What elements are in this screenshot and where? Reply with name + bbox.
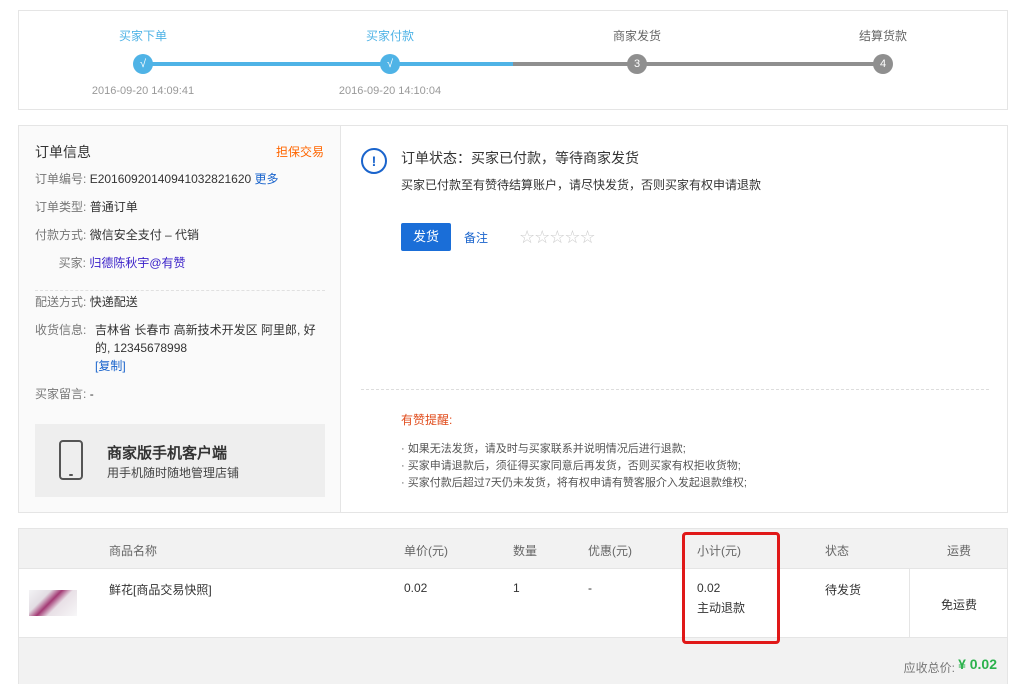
- progress-line-done: [141, 62, 513, 66]
- delivery-label: 配送方式:: [35, 295, 87, 309]
- tips-title: 有赞提醒:: [401, 413, 453, 427]
- step-number-4: 4: [873, 54, 893, 74]
- discount: -: [588, 581, 592, 595]
- shipping-fee: 免运费: [940, 598, 977, 612]
- divider: [361, 389, 989, 390]
- order-item-status: 待发货: [825, 583, 862, 597]
- quantity: 1: [513, 581, 520, 595]
- goods-table-header: 商品名称 单价(元) 数量 优惠(元) 小计(元) 状态 运费: [19, 529, 1007, 569]
- mobile-app-promo[interactable]: 商家版手机客户端 用手机随时随地管理店铺: [35, 424, 325, 497]
- col-header-price: 单价(元): [404, 544, 448, 558]
- buyer-link[interactable]: 归德陈秋宇@有赞: [89, 256, 185, 270]
- delivery-row: 配送方式: 快递配送: [35, 293, 325, 311]
- step-time-paid: 2016-09-20 14:10:04: [338, 85, 442, 97]
- buyer-row: 买家: 归德陈秋宇@有赞: [35, 254, 325, 272]
- more-link[interactable]: 更多: [255, 172, 279, 186]
- order-number: E20160920140941032821620: [89, 172, 252, 186]
- shipping-cell: 免运费: [909, 569, 1007, 637]
- mobile-app-title: 商家版手机客户端: [107, 445, 228, 462]
- star-rating-icon[interactable]: ☆☆☆☆☆: [519, 227, 596, 248]
- total-label: 应收总价:: [903, 661, 955, 675]
- table-row: 鲜花[商品交易快照] 0.02 1 - 0.02 主动退款 待发货: [19, 569, 1007, 637]
- buyer-message: -: [89, 387, 94, 401]
- info-alert-icon: !: [361, 148, 387, 174]
- product-thumbnail[interactable]: [29, 590, 77, 616]
- order-detail-panel: 订单信息 担保交易 订单编号: E20160920140941032821620…: [18, 125, 1008, 513]
- order-status-description: 买家已付款至有赞待结算账户，请尽快发货，否则买家有权申请退款: [401, 178, 762, 192]
- step-time-order: 2016-09-20 14:09:41: [91, 85, 195, 97]
- col-header-name: 商品名称: [109, 544, 158, 558]
- payment-row: 付款方式: 微信安全支付 – 代销: [35, 226, 325, 244]
- tip-item: · 如果无法发货，请及时与买家联系并说明情况后进行退款;: [401, 443, 686, 455]
- step-label-ship: 商家发货: [612, 29, 662, 43]
- goods-table-footer: 应收总价: ¥ 0.02: [19, 637, 1007, 684]
- order-type-row: 订单类型: 普通订单: [35, 198, 325, 216]
- order-number-row: 订单编号: E20160920140941032821620 更多: [35, 170, 325, 188]
- mobile-app-subtitle: 用手机随时随地管理店铺: [107, 466, 240, 480]
- address-text: 吉林省 长春市 高新技术开发区 阿里郎, 好的, 12345678998: [95, 323, 316, 355]
- order-type-label: 订单类型:: [35, 200, 87, 214]
- order-status-panel: ! 订单状态：买家已付款，等待商家发货 买家已付款至有赞待结算账户，请尽快发货，…: [341, 126, 1007, 512]
- order-number-label: 订单编号:: [35, 172, 87, 186]
- goods-table: 商品名称 单价(元) 数量 优惠(元) 小计(元) 状态 运费 鲜花[商品交易快…: [18, 528, 1008, 684]
- step-check-icon: √: [133, 54, 153, 74]
- step-label-settle: 结算货款: [858, 29, 908, 43]
- col-header-status: 状态: [825, 544, 850, 558]
- step-check-icon: √: [380, 54, 400, 74]
- order-progress: 买家下单 √ 2016-09-20 14:09:41 买家付款 √ 2016-0…: [18, 10, 1008, 110]
- note-link[interactable]: 备注: [464, 229, 488, 246]
- progress-line-todo: [513, 62, 883, 66]
- col-header-discount: 优惠(元): [588, 544, 632, 558]
- phone-icon: [59, 440, 83, 480]
- product-name-link[interactable]: 鲜花[商品交易快照]: [109, 581, 212, 598]
- order-info-title: 订单信息: [35, 144, 91, 160]
- buyer-label: 买家:: [58, 256, 86, 270]
- copy-address-link[interactable]: [复制]: [95, 359, 126, 373]
- total-value: ¥ 0.02: [958, 656, 997, 672]
- col-header-qty: 数量: [513, 544, 538, 558]
- step-label-paid: 买家付款: [365, 29, 415, 43]
- step-number-3: 3: [627, 54, 647, 74]
- payment-method: 微信安全支付 – 代销: [89, 228, 200, 242]
- step-label-order: 买家下单: [118, 29, 168, 43]
- highlight-box: [682, 532, 780, 644]
- buyer-message-label: 买家留言:: [35, 387, 87, 401]
- unit-price: 0.02: [404, 581, 428, 595]
- divider: [35, 290, 325, 291]
- delivery-method: 快递配送: [89, 295, 138, 309]
- address-row: 收货信息: 吉林省 长春市 高新技术开发区 阿里郎, 好的, 123456789…: [35, 321, 325, 375]
- buyer-message-row: 买家留言: -: [35, 385, 325, 403]
- order-status-title: 订单状态：买家已付款，等待商家发货: [401, 150, 639, 166]
- order-info-panel: 订单信息 担保交易 订单编号: E20160920140941032821620…: [19, 126, 341, 512]
- col-header-shipping: 运费: [947, 544, 972, 558]
- tip-item: · 买家申请退款后，须征得买家同意后再发货，否则买家有权拒收货物;: [401, 460, 741, 472]
- payment-label: 付款方式:: [35, 228, 87, 242]
- ship-button[interactable]: 发货: [401, 223, 451, 251]
- address-label: 收货信息:: [35, 323, 87, 337]
- tip-item: · 买家付款后超过7天仍未发货，将有权申请有赞客服介入发起退款维权;: [401, 477, 747, 489]
- guarantee-badge: 担保交易: [275, 145, 324, 159]
- order-type: 普通订单: [89, 200, 138, 214]
